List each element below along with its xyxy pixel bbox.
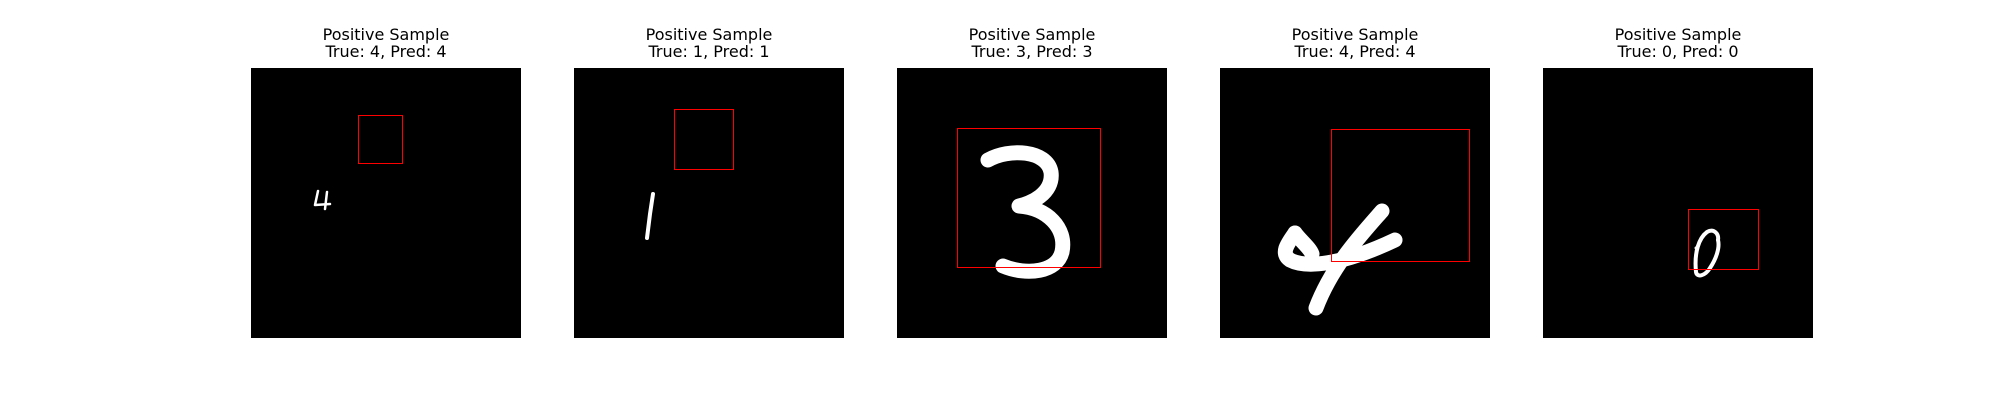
digit-image <box>1543 68 1813 338</box>
detection-box <box>674 109 734 170</box>
panel-title: Positive Sample True: 0, Pred: 0 <box>1543 26 1813 62</box>
panel-title: Positive Sample True: 1, Pred: 1 <box>574 26 844 62</box>
sample-panel-2: Positive Sample True: 1, Pred: 1 <box>574 26 844 338</box>
panel-heading: Positive Sample <box>645 25 773 44</box>
panel-subheading: True: 3, Pred: 3 <box>971 42 1093 61</box>
sample-panel-1: Positive Sample True: 4, Pred: 4 <box>251 26 521 338</box>
digit-image <box>574 68 844 338</box>
panel-heading: Positive Sample <box>968 25 1096 44</box>
detection-box <box>358 115 403 164</box>
panel-title: Positive Sample True: 3, Pred: 3 <box>897 26 1167 62</box>
detection-box <box>1688 209 1759 270</box>
digit-image <box>1220 68 1490 338</box>
panel-title: Positive Sample True: 4, Pred: 4 <box>1220 26 1490 62</box>
panel-subheading: True: 1, Pred: 1 <box>648 42 770 61</box>
panel-heading: Positive Sample <box>1614 25 1742 44</box>
panel-title: Positive Sample True: 4, Pred: 4 <box>251 26 521 62</box>
panel-subheading: True: 4, Pred: 4 <box>325 42 447 61</box>
digit-image <box>251 68 521 338</box>
panel-heading: Positive Sample <box>322 25 450 44</box>
detection-box <box>1331 129 1470 262</box>
panel-subheading: True: 0, Pred: 0 <box>1617 42 1739 61</box>
panel-subheading: True: 4, Pred: 4 <box>1294 42 1416 61</box>
panel-heading: Positive Sample <box>1291 25 1419 44</box>
sample-panel-4: Positive Sample True: 4, Pred: 4 <box>1220 26 1490 338</box>
sample-panel-3: Positive Sample True: 3, Pred: 3 <box>897 26 1167 338</box>
sample-panel-5: Positive Sample True: 0, Pred: 0 <box>1543 26 1813 338</box>
detection-box <box>957 128 1101 268</box>
digit-image <box>897 68 1167 338</box>
digit-4-small <box>313 189 332 211</box>
digit-0 <box>1693 228 1721 278</box>
